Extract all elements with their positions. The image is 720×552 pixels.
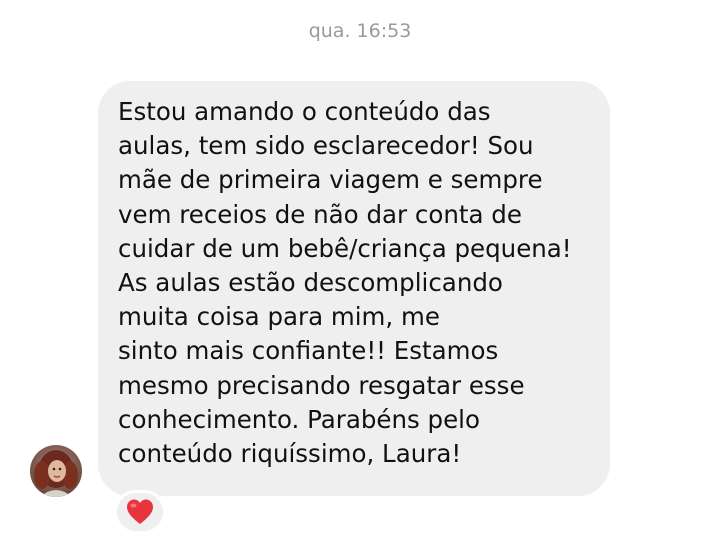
message-timestamp: qua. 16:53 xyxy=(308,20,412,42)
sender-avatar[interactable] xyxy=(30,445,82,497)
reaction-badge[interactable] xyxy=(114,490,166,534)
message-bubble[interactable]: Estou amando o conteúdo das aulas, tem s… xyxy=(98,81,610,496)
message-line: sinto mais confiante!! Estamos xyxy=(118,336,499,366)
message-line: muita coisa para mim, me xyxy=(118,302,440,332)
red-heart-icon xyxy=(127,499,153,524)
message-line: vem receios de não dar conta de xyxy=(118,199,522,229)
message-line: mesmo precisando resgatar esse xyxy=(118,370,525,400)
message-line: conhecimento. Parabéns pelo xyxy=(118,404,480,434)
profile-photo-icon xyxy=(30,445,82,497)
message-line: aulas, tem sido esclarecedor! Sou xyxy=(118,131,534,161)
message-line: cuidar de um bebê/criança pequena! xyxy=(118,233,572,263)
message-line: mãe de primeira viagem e sempre xyxy=(118,165,543,195)
message-line: conteúdo riquíssimo, Laura! xyxy=(118,439,462,469)
message-line: Estou amando o conteúdo das xyxy=(118,97,491,126)
message-line: As aulas estão descomplicando xyxy=(118,268,503,298)
